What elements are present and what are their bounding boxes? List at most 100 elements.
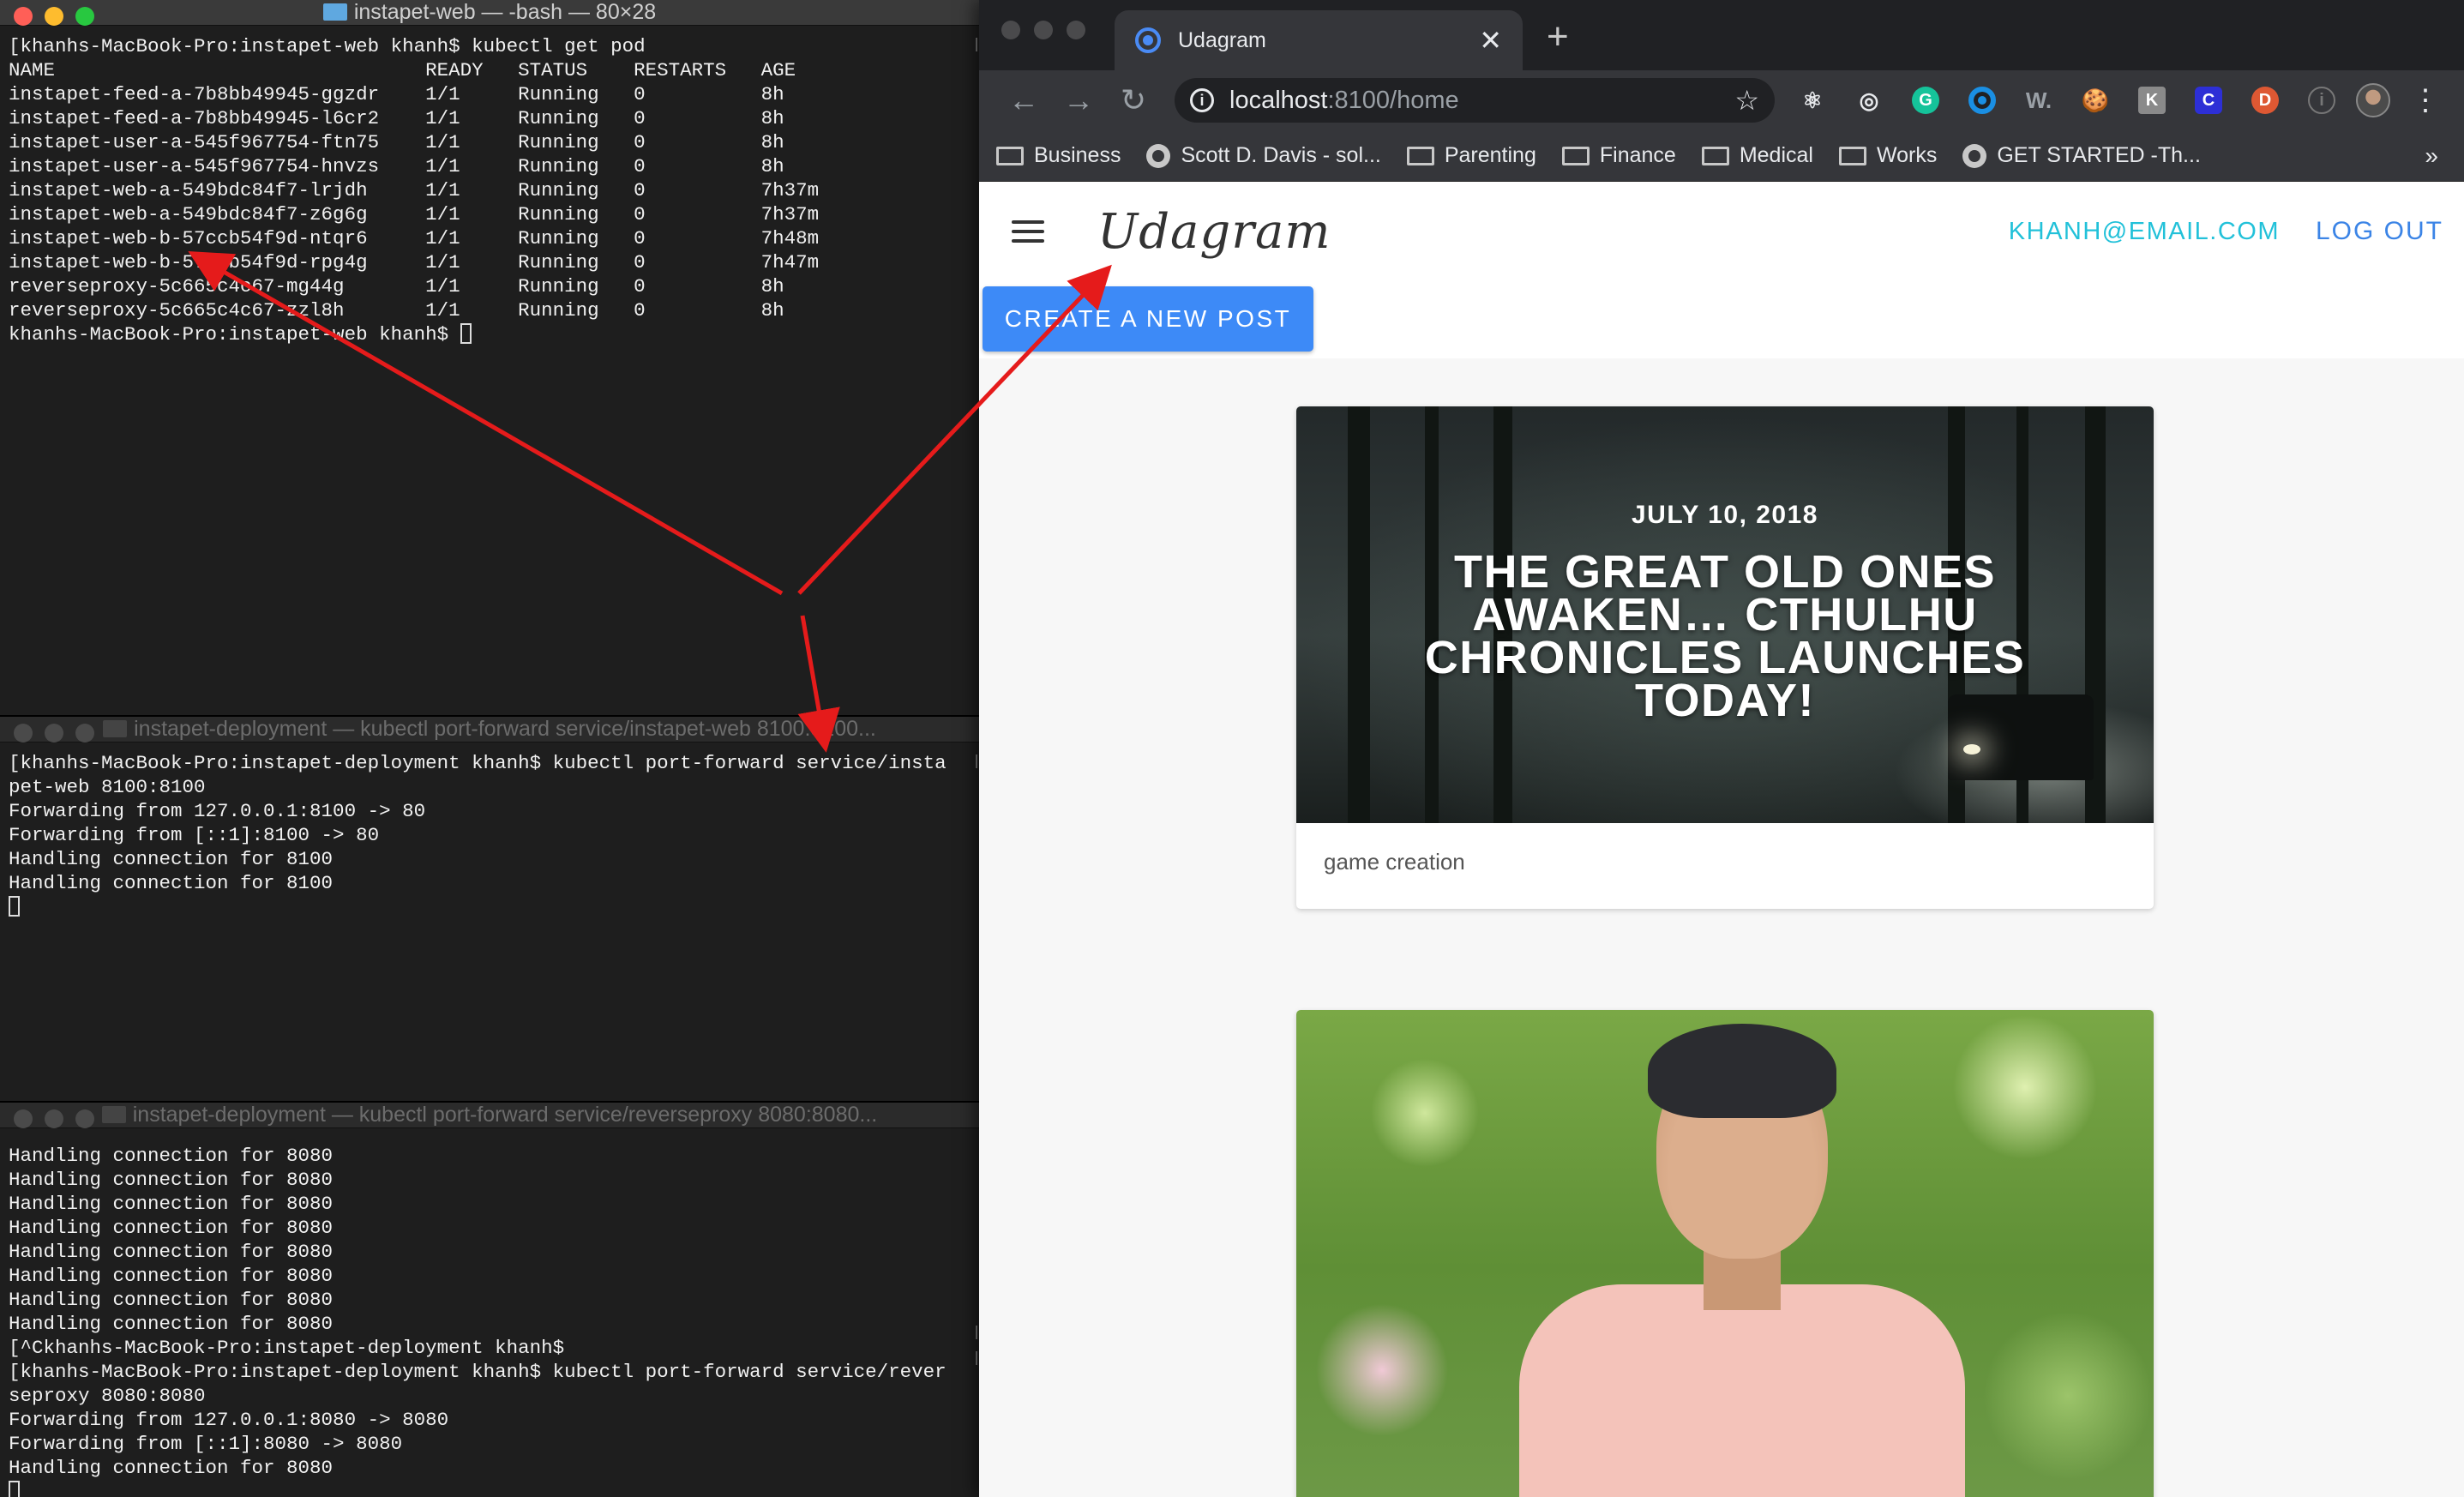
- close-window-button[interactable]: [14, 1109, 33, 1128]
- info-extension-icon[interactable]: i: [2299, 78, 2344, 123]
- folder-icon: [1561, 146, 1590, 165]
- k-letter: K: [2138, 87, 2166, 114]
- terminal-title: instapet-deployment — kubectl port-forwa…: [0, 1103, 979, 1127]
- minimize-window-button[interactable]: [45, 1109, 63, 1128]
- site-info-icon[interactable]: i: [1190, 88, 1214, 112]
- terminal-pods-window[interactable]: instapet-web — -bash — 80×28 [khanhs-Mac…: [0, 0, 979, 715]
- bookmark-label: Finance: [1599, 143, 1676, 167]
- window-controls[interactable]: [14, 7, 94, 26]
- terminal-proxy-forward-window[interactable]: instapet-deployment — kubectl port-forwa…: [0, 1101, 979, 1497]
- bookmark-works[interactable]: Works: [1838, 143, 1938, 168]
- cookie-icon[interactable]: 🍪: [2073, 78, 2118, 123]
- browser-window[interactable]: Udagram ✕ + ← → ↻ i localhost :8100/home…: [979, 0, 2464, 1497]
- globe-icon: [1146, 143, 1171, 168]
- app-header: Udagram KHANH@EMAIL.COM LOG OUT: [979, 182, 2464, 281]
- window-controls[interactable]: [1001, 21, 1085, 39]
- app-logo[interactable]: Udagram: [1097, 204, 1331, 260]
- post-image: JULY 10, 2018 THE GREAT OLD ONES AWAKEN……: [1296, 406, 2154, 823]
- maximize-window-button[interactable]: [1067, 21, 1085, 39]
- terminal-scroll-marker: [974, 38, 977, 51]
- terminal-title: instapet-deployment — kubectl port-forwa…: [0, 717, 979, 742]
- url-path: :8100/home: [1327, 86, 1459, 114]
- window-controls[interactable]: [14, 1109, 94, 1128]
- terminal-web-forward-window[interactable]: instapet-deployment — kubectl port-forwa…: [0, 715, 979, 1101]
- wordtune-icon[interactable]: W.: [2016, 78, 2061, 123]
- folder-icon: [101, 1106, 126, 1123]
- k-extension-icon[interactable]: K: [2130, 78, 2174, 123]
- feed-content[interactable]: CREATE A NEW POST JULY 10, 2018 THE GREA…: [979, 281, 2464, 1497]
- terminal-cursor: [9, 896, 20, 917]
- url-host: localhost: [1229, 86, 1328, 114]
- forward-arrow-icon[interactable]: →: [1051, 82, 1106, 118]
- grammarly-icon[interactable]: G: [1903, 78, 1948, 123]
- globe-icon: [1962, 143, 1987, 168]
- terminal-scroll-marker: [974, 1351, 977, 1365]
- profile-avatar[interactable]: [2356, 83, 2390, 117]
- terminal-title-text: instapet-web — -bash — 80×28: [353, 0, 657, 24]
- terminal-scroll-marker: [974, 755, 977, 768]
- post-image-title: THE GREAT OLD ONES AWAKEN… CTHULHU CHRON…: [1424, 546, 2026, 726]
- tab-udagram[interactable]: Udagram ✕: [1115, 10, 1523, 70]
- circle-extension-icon[interactable]: [1960, 78, 2004, 123]
- feed-post-card[interactable]: JULY 10, 2018 THE GREAT OLD ONES AWAKEN……: [1296, 406, 2154, 909]
- bookmarks-overflow-button[interactable]: »: [2425, 142, 2438, 170]
- react-devtools-icon[interactable]: ⚛: [1790, 78, 1835, 123]
- terminal-titlebar[interactable]: instapet-deployment — kubectl port-forwa…: [0, 1103, 979, 1128]
- post-image-date: JULY 10, 2018: [1631, 501, 1818, 529]
- bookmark-label: Works: [1876, 143, 1938, 167]
- terminal-cursor: [9, 1481, 20, 1497]
- user-email-link[interactable]: KHANH@EMAIL.COM: [2009, 218, 2280, 246]
- close-window-button[interactable]: [14, 724, 33, 742]
- terminal-output[interactable]: [khanhs-MacBook-Pro:instapet-deployment …: [0, 742, 979, 919]
- extension-icons: ⚛ ◎ G W. 🍪 K C D i ⋮: [1790, 78, 2440, 123]
- duckduckgo-icon[interactable]: D: [2243, 78, 2287, 123]
- bookmark-star-icon[interactable]: ☆: [1734, 84, 1759, 117]
- bookmark-scott-davis[interactable]: Scott D. Davis - sol...: [1146, 143, 1381, 168]
- folder-icon: [103, 720, 128, 737]
- terminal-output[interactable]: [khanhs-MacBook-Pro:instapet-web khanh$ …: [0, 26, 979, 346]
- address-bar[interactable]: i localhost :8100/home ☆: [1175, 78, 1775, 123]
- bookmark-get-started[interactable]: GET STARTED -Th...: [1962, 143, 2201, 168]
- browser-toolbar: ← → ↻ i localhost :8100/home ☆ ⚛ ◎ G W. …: [979, 70, 2464, 130]
- terminal-output[interactable]: Handling connection for 8080 Handling co…: [0, 1128, 979, 1497]
- maximize-window-button[interactable]: [75, 1109, 94, 1128]
- terminal-titlebar[interactable]: instapet-web — -bash — 80×28: [0, 0, 979, 26]
- minimize-window-button[interactable]: [45, 7, 63, 26]
- post-caption: game creation: [1324, 849, 1465, 875]
- feed-post-card[interactable]: [1296, 1010, 2154, 1497]
- create-post-button[interactable]: CREATE A NEW POST: [983, 286, 1313, 352]
- terminal-titlebar[interactable]: instapet-deployment — kubectl port-forwa…: [0, 717, 979, 742]
- c-extension-icon[interactable]: C: [2186, 78, 2231, 123]
- logout-button[interactable]: LOG OUT: [2316, 217, 2443, 246]
- bookmark-medical[interactable]: Medical: [1701, 143, 1813, 168]
- close-tab-icon[interactable]: ✕: [1479, 24, 1502, 57]
- folder-icon: [1838, 146, 1866, 165]
- more-menu-icon[interactable]: ⋮: [2411, 83, 2440, 117]
- bookmark-label: Business: [1034, 143, 1121, 167]
- folder-icon: [1406, 146, 1434, 165]
- close-window-button[interactable]: [14, 7, 33, 26]
- person-hair-shape: [1648, 1024, 1836, 1118]
- minimize-window-button[interactable]: [45, 724, 63, 742]
- new-tab-button[interactable]: +: [1547, 15, 1569, 58]
- tab-strip[interactable]: Udagram ✕ +: [979, 0, 2464, 70]
- bookmark-label: Scott D. Davis - sol...: [1181, 143, 1381, 167]
- close-window-button[interactable]: [1001, 21, 1020, 39]
- window-controls[interactable]: [14, 724, 94, 742]
- bookmark-business[interactable]: Business: [996, 143, 1121, 168]
- maximize-window-button[interactable]: [75, 724, 94, 742]
- maximize-window-button[interactable]: [75, 7, 94, 26]
- terminal-pods-text: [khanhs-MacBook-Pro:instapet-web khanh$ …: [9, 35, 820, 346]
- target-icon[interactable]: ◎: [1847, 78, 1891, 123]
- terminal-scroll-marker: [974, 1326, 977, 1339]
- bookmark-finance[interactable]: Finance: [1561, 143, 1676, 168]
- terminal-title-text: instapet-deployment — kubectl port-forwa…: [132, 1103, 878, 1127]
- bookmarks-bar: Business Scott D. Davis - sol... Parenti…: [979, 130, 2464, 182]
- bookmark-parenting[interactable]: Parenting: [1406, 143, 1536, 168]
- back-arrow-icon[interactable]: ←: [996, 82, 1051, 118]
- terminal-title-text: instapet-deployment — kubectl port-forwa…: [134, 717, 876, 741]
- reload-icon[interactable]: ↻: [1106, 82, 1161, 118]
- hamburger-menu-icon[interactable]: [1012, 220, 1044, 243]
- tab-favicon-icon: [1135, 27, 1161, 53]
- minimize-window-button[interactable]: [1034, 21, 1053, 39]
